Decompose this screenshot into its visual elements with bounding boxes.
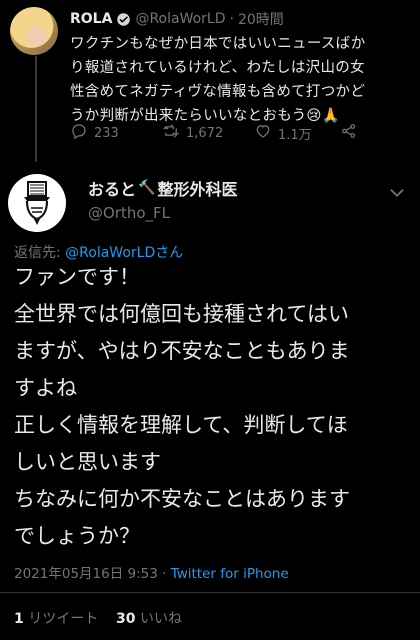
text-line: ファンです！ xyxy=(14,265,140,289)
retweet-icon xyxy=(162,122,180,144)
verified-badge-icon xyxy=(116,12,131,27)
reply-author-name[interactable]: おると 🔨 整形外科医 xyxy=(88,176,237,200)
avatar[interactable] xyxy=(10,7,58,55)
divider xyxy=(0,592,420,593)
likes-stat[interactable]: 30 いいね xyxy=(116,611,182,627)
author-name[interactable]: ROLA xyxy=(70,11,112,27)
parent-tweet[interactable]: ROLA @RolaWorLD · 20時間 ワクチンもなぜか日本ではいいニュー… xyxy=(0,0,420,162)
retweets-number: 1 xyxy=(14,611,24,627)
thread-line xyxy=(35,56,37,162)
text-line: でしょうか？ xyxy=(14,524,140,548)
text-line: り報道されているけれど、わたしは沢山の女 xyxy=(70,60,365,76)
likes-label: いいね xyxy=(135,611,182,627)
retweets-label: リツイート xyxy=(23,611,99,627)
heart-icon xyxy=(254,122,272,144)
separator: · xyxy=(229,11,234,27)
likes-number: 30 xyxy=(116,611,136,627)
parent-tweet-actions: 233 1,672 1.1万 xyxy=(70,122,370,146)
text-line: すよね xyxy=(14,376,77,400)
reply-author-handle[interactable]: @Ortho_FL xyxy=(88,204,170,222)
author-name: おると xyxy=(88,180,137,199)
tweet-time[interactable]: 20時間 xyxy=(238,9,284,29)
engagement-stats: 1 リツイート 30 いいね xyxy=(14,608,182,628)
text-line: ますが、やはり不安なこともありま xyxy=(14,339,350,363)
hammer-emoji: 🔨 xyxy=(138,180,156,196)
retweet-button[interactable]: 1,672 xyxy=(162,122,223,144)
retweets-stat[interactable]: 1 リツイート xyxy=(14,611,98,627)
retweet-count: 1,672 xyxy=(186,125,224,141)
text-line: 性含めてネガティヴな情報も含めて打つかど xyxy=(70,84,366,100)
text-line: 正しく情報を理解して、判断してほ xyxy=(14,413,348,437)
avatar[interactable] xyxy=(8,174,66,232)
text-line: ちなみに何か不安なことはあります xyxy=(14,487,350,511)
text-line: ワクチンもなぜか日本ではいいニュースばか xyxy=(70,36,366,52)
more-options-icon[interactable] xyxy=(386,182,408,204)
reply-tweet-text: ファンです！ 全世界では何億回も接種されてはい ますが、やはり不安なこともありま… xyxy=(14,259,410,555)
share-icon xyxy=(340,122,358,144)
tweet-meta: 2021年05月16日 9:53 · Twitter for iPhone xyxy=(14,562,289,582)
share-button[interactable] xyxy=(340,122,358,144)
text-line: しいと思います xyxy=(14,450,161,474)
reply-button[interactable]: 233 xyxy=(70,122,119,144)
parent-tweet-header: ROLA @RolaWorLD · 20時間 xyxy=(70,8,410,30)
tweet-timestamp[interactable]: 2021年05月16日 9:53 · xyxy=(14,566,171,582)
text-line: 全世界では何億回も接種されてはい xyxy=(14,302,349,326)
like-count: 1.1万 xyxy=(278,127,312,143)
author-handle[interactable]: @RolaWorLD xyxy=(135,11,225,27)
parent-tweet-text: ワクチンもなぜか日本ではいいニュースばか り報道されているけれど、わたしは沢山の… xyxy=(70,32,410,128)
author-name-suffix: 整形外科医 xyxy=(157,180,238,199)
reply-icon xyxy=(70,122,88,144)
reply-count: 233 xyxy=(94,125,119,141)
like-button[interactable]: 1.1万 xyxy=(254,122,312,144)
tweet-client[interactable]: Twitter for iPhone xyxy=(171,566,289,582)
